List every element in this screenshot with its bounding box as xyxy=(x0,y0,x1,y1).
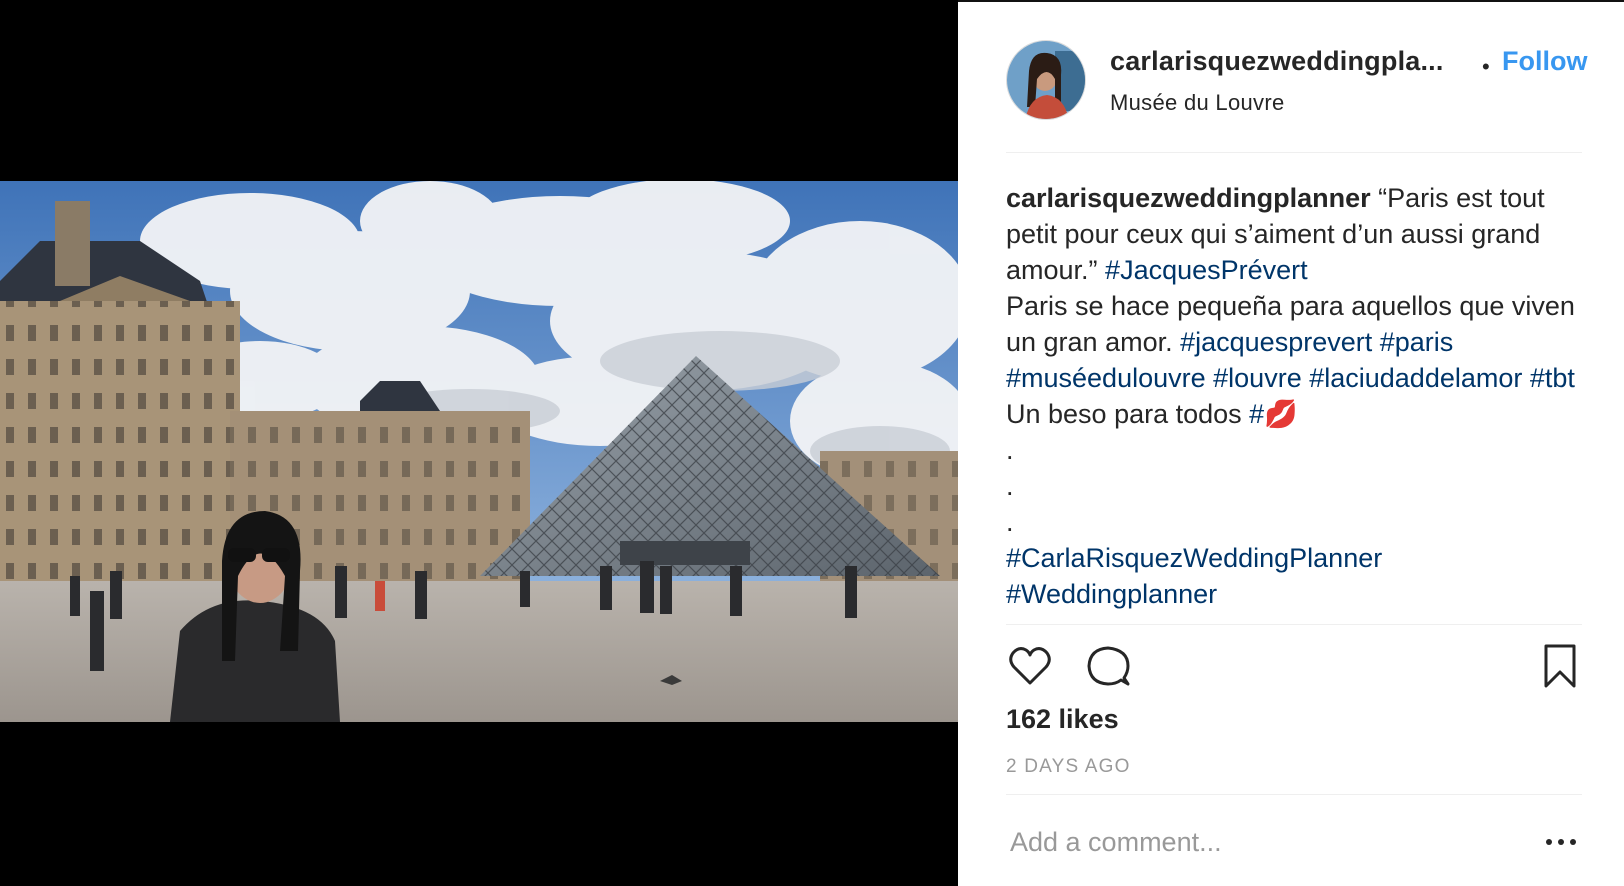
more-options-icon[interactable] xyxy=(1544,832,1578,852)
hashtag-link[interactable]: #laciudaddelamor xyxy=(1309,363,1522,393)
post-username[interactable]: carlarisquezweddingpla... xyxy=(1110,46,1444,77)
caption-dot: . xyxy=(1006,507,1014,537)
bookmark-icon[interactable] xyxy=(1536,642,1584,690)
post-viewer: carlarisquezweddingpla... • Follow Musée… xyxy=(0,0,1624,886)
comment-form xyxy=(1006,820,1584,868)
louvre-pyramid-photo xyxy=(0,181,958,722)
comment-divider xyxy=(1006,794,1582,795)
caption-dot: . xyxy=(1006,471,1014,501)
like-count[interactable]: 162 likes xyxy=(1006,704,1119,735)
post-details-pane: carlarisquezweddingpla... • Follow Musée… xyxy=(958,0,1624,886)
hashtag-link[interactable]: #jacquesprevert xyxy=(1180,327,1372,357)
caption-username[interactable]: carlarisquezweddingplanner xyxy=(1006,183,1371,213)
post-photo[interactable] xyxy=(0,181,958,722)
hashtag-link[interactable]: #tbt xyxy=(1530,363,1575,393)
caption-dot: . xyxy=(1006,435,1014,465)
comment-input[interactable] xyxy=(1010,824,1490,860)
media-pane xyxy=(0,0,958,886)
hashtag-link[interactable]: #Weddingplanner xyxy=(1006,579,1217,609)
hashtag-link[interactable]: #paris xyxy=(1380,327,1454,357)
post-location[interactable]: Musée du Louvre xyxy=(1110,90,1285,116)
hashtag-link[interactable]: #💋 xyxy=(1249,399,1298,429)
post-header: carlarisquezweddingpla... • Follow Musée… xyxy=(1006,40,1606,120)
hashtag-link[interactable]: #louvre xyxy=(1213,363,1302,393)
separator-dot: • xyxy=(1482,54,1490,79)
hashtag-link[interactable]: #muséedulouvre xyxy=(1006,363,1206,393)
hashtag-link[interactable]: #JacquesPrévert xyxy=(1105,255,1308,285)
header-divider xyxy=(1006,152,1582,153)
post-timestamp[interactable]: 2 DAYS AGO xyxy=(1006,756,1131,778)
caption-text: Un beso para todos xyxy=(1006,399,1250,429)
heart-icon[interactable] xyxy=(1006,642,1054,690)
hashtag-link[interactable]: #CarlaRisquezWeddingPlanner xyxy=(1006,543,1382,573)
follow-button[interactable]: Follow xyxy=(1502,46,1587,77)
comment-bubble-icon[interactable] xyxy=(1084,642,1132,690)
profile-photo-icon xyxy=(1007,41,1085,119)
post-actions xyxy=(1006,642,1584,690)
post-caption: carlarisquezweddingplanner “Paris est to… xyxy=(1006,180,1584,612)
avatar[interactable] xyxy=(1006,40,1086,120)
caption-divider xyxy=(1006,624,1582,625)
